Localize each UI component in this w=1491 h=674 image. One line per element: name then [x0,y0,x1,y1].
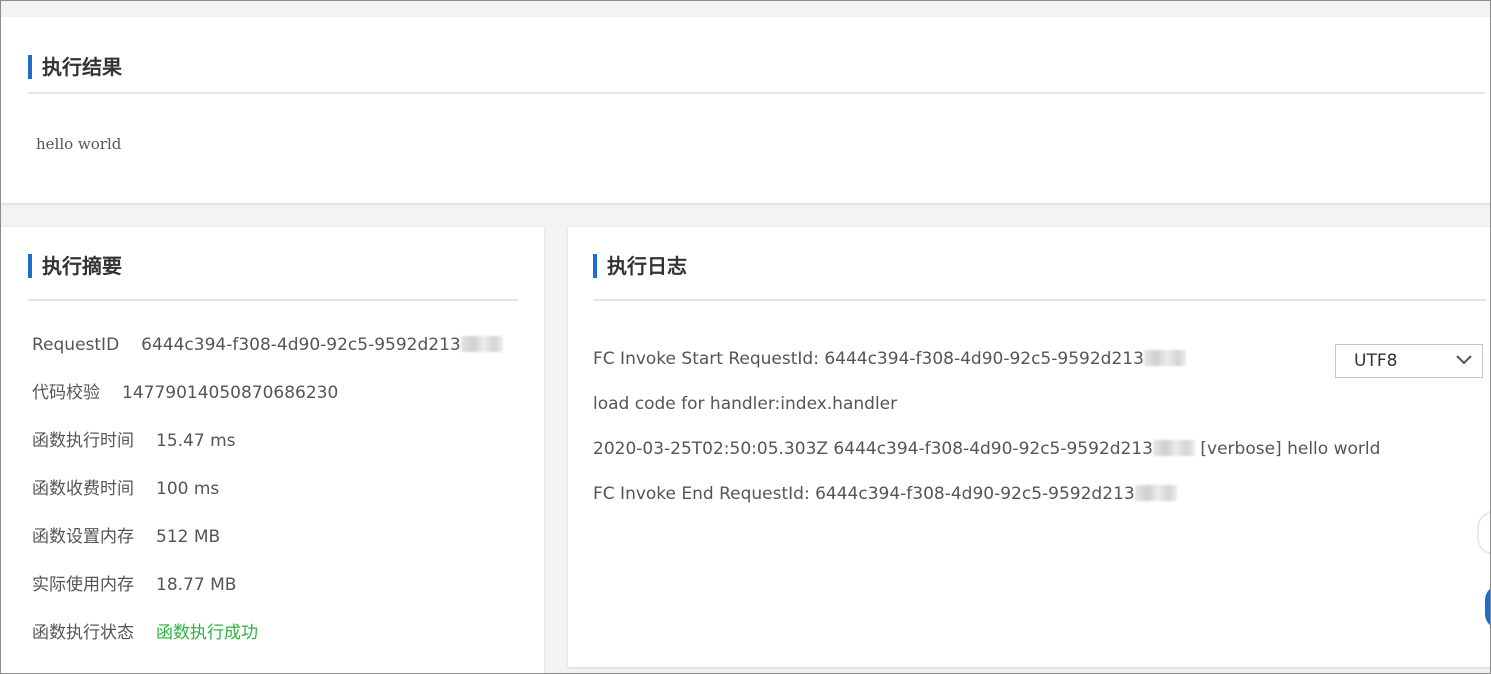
redacted-mask [460,336,503,352]
summary-label: 函数设置内存 [32,527,134,547]
summary-divider [28,299,518,301]
summary-label: 函数执行状态 [32,623,134,643]
summary-row-exec-status: 函数执行状态 函数执行成功 [32,622,258,644]
summary-row-exec-time: 函数执行时间 15.47 ms [32,430,236,452]
summary-panel: 执行摘要 RequestID 6444c394-f308-4d90-92c5-95… [1,227,544,673]
summary-value: 100 ms [156,479,220,499]
summary-label: 代码校验 [32,383,100,403]
summary-value: 6444c394-f308-4d90-92c5-9592d213 [141,335,461,355]
summary-row-code-checksum: 代码校验 14779014050870686230 [32,382,338,404]
summary-row-used-memory: 实际使用内存 18.77 MB [32,574,236,596]
summary-value: 512 MB [156,527,221,547]
log-panel: 执行日志 FC Invoke Start RequestId: 6444c394… [568,227,1490,667]
encoding-select[interactable]: UTF8 [1335,344,1483,378]
redacted-mask [1134,485,1177,501]
floating-help-button[interactable] [1479,513,1490,553]
log-title: 执行日志 [593,254,687,278]
summary-label: RequestID [32,335,120,355]
summary-row-configured-memory: 函数设置内存 512 MB [32,526,220,548]
log-line: FC Invoke End RequestId: 6444c394-f308-4… [593,483,1177,505]
log-text: FC Invoke Start RequestId: 6444c394-f308… [593,349,1144,369]
status-badge: 函数执行成功 [156,623,258,643]
result-panel: 执行结果 hello world [1,17,1490,203]
result-divider [28,92,1485,94]
encoding-select-value: UTF8 [1354,351,1398,371]
log-text-suffix: [verbose] hello world [1200,439,1381,459]
redacted-mask [1153,440,1195,456]
log-text: load code for handler:index.handler [593,394,898,414]
result-title: 执行结果 [28,55,122,79]
summary-value: 18.77 MB [156,575,237,595]
summary-row-billed-time: 函数收费时间 100 ms [32,478,219,500]
log-text: FC Invoke End RequestId: 6444c394-f308-4… [593,484,1135,504]
page-frame: 执行结果 hello world 执行摘要 RequestID 6444c394-… [0,0,1491,674]
log-divider [593,299,1486,301]
summary-label: 函数执行时间 [32,431,134,451]
result-output: hello world [36,135,122,153]
summary-value: 14779014050870686230 [122,383,339,403]
summary-label: 函数收费时间 [32,479,134,499]
summary-label: 实际使用内存 [32,575,134,595]
chevron-down-icon [1456,355,1472,365]
log-line: load code for handler:index.handler [593,393,897,415]
summary-row-request-id: RequestID 6444c394-f308-4d90-92c5-9592d21… [32,334,503,356]
redacted-mask [1143,350,1186,366]
log-line: FC Invoke Start RequestId: 6444c394-f308… [593,348,1186,370]
log-text: 2020-03-25T02:50:05.303Z 6444c394-f308-4… [593,439,1153,459]
log-line: 2020-03-25T02:50:05.303Z 6444c394-f308-4… [593,438,1380,460]
summary-title: 执行摘要 [28,254,122,278]
summary-value: 15.47 ms [156,431,236,451]
